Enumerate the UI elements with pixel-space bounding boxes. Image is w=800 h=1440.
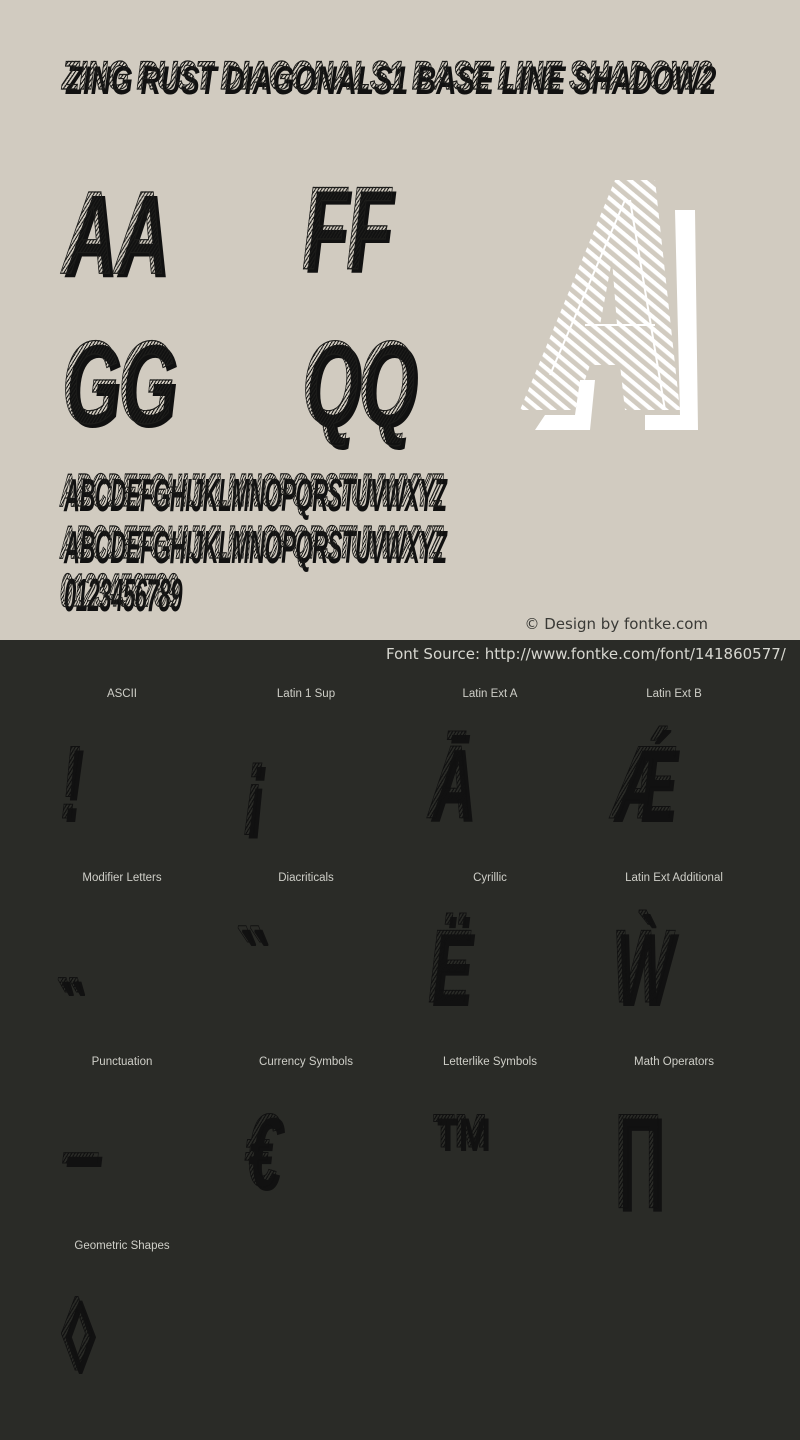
charset-cell[interactable]: ASCII!!: [30, 680, 214, 864]
charset-cell[interactable]: Letterlike Symbols ™™: [398, 1048, 582, 1232]
sample-pair-ff: FF FF: [302, 163, 444, 295]
sample-line-text: ABCDEFGHIJKLMNOPQRSTUVWXYZ: [60, 516, 444, 568]
charset-cell[interactable]: Latin 1 Sup ¡¡: [214, 680, 398, 864]
charset-glyph: ǼǼ: [612, 722, 715, 846]
charset-cell[interactable]: Cyrillic ЁЁ: [398, 864, 582, 1048]
charset-label: Latin Ext A: [462, 688, 518, 700]
charset-glyph: ЁЁ: [428, 906, 496, 1030]
charset-glyph: ∏∏: [612, 1090, 697, 1214]
charset-cell[interactable]: Diacriticals̏̏: [214, 864, 398, 1048]
font-source-link[interactable]: Font Source: http://www.fontke.com/font/…: [386, 645, 786, 663]
sample-digits: 0123456789 0123456789: [60, 564, 306, 619]
charset-label: Modifier Letters: [82, 872, 162, 884]
design-credit: © Design by fontke.com: [524, 615, 708, 633]
charset-glyph: !!: [60, 722, 94, 846]
charset-glyph-text: Ẁ: [612, 909, 672, 1026]
charset-glyph-text: ™: [428, 1093, 491, 1210]
charset-label: Punctuation: [91, 1056, 153, 1068]
charset-label: Latin Ext B: [646, 688, 702, 700]
sample-pair-gg: GG GG: [62, 317, 244, 449]
sample-line-text: 0123456789: [60, 564, 179, 616]
charset-glyph: €€: [244, 1090, 301, 1214]
charset-cell[interactable]: Currency Symbols €€: [214, 1048, 398, 1232]
charset-cell[interactable]: Punctuation ‒‒: [30, 1048, 214, 1232]
sample-uppercase: ABCDEFGHIJKLMNOPQRSTUVWXYZ ABCDEFGHIJKLM…: [60, 464, 800, 519]
charset-cell[interactable]: Math Operators ∏∏: [582, 1048, 766, 1232]
charset-label: ASCII: [106, 688, 138, 700]
charset-glyph: ẀẀ: [612, 906, 709, 1030]
charset-label: Currency Symbols: [259, 1056, 353, 1068]
sample-pair-text: FF: [302, 163, 392, 295]
charset-label: Cyrillic: [473, 872, 507, 884]
charset-glyph-text: ◊: [60, 1277, 91, 1394]
charset-glyph-text: ˵: [60, 909, 81, 1026]
charset-label: Latin 1 Sup: [276, 688, 336, 700]
sample-pair-text: AA: [62, 167, 168, 299]
charset-label: Letterlike Symbols: [443, 1056, 537, 1068]
charset-glyph-text: !: [60, 725, 81, 842]
charset-label: Geometric Shapes: [74, 1240, 170, 1252]
charset-glyph-text: Ǽ: [612, 725, 675, 842]
charset-label: Math Operators: [634, 1056, 714, 1068]
charset-cell[interactable]: Latin Ext A ĀĀ: [398, 680, 582, 864]
charset-glyph-text: ¡: [244, 725, 265, 842]
charset-cell[interactable]: Geometric Shapes ◊◊: [30, 1232, 214, 1416]
font-title-text: ZING RUST DIAGONALS1 BASE LINE SHADOW2: [62, 53, 713, 98]
charset-label: Diacriticals: [278, 872, 334, 884]
charset-glyph: ˵˵: [60, 906, 94, 1030]
charset-glyph-text: €: [244, 1093, 279, 1210]
charset-cell[interactable]: Latin Ext Additional ẀẀ: [582, 864, 766, 1048]
charset-glyph: ◊◊: [60, 1274, 110, 1398]
charset-glyph-text: Ё: [428, 909, 470, 1026]
font-title: ZING RUST DIAGONALS1 BASE LINE SHADOW2 Z…: [62, 53, 800, 103]
charset-grid: ASCII!!Latin 1 Sup¡¡Latin Ext AĀĀLatin E…: [30, 680, 770, 1416]
charset-glyph-text: ‒: [60, 1093, 95, 1210]
charset-cell[interactable]: Latin Ext B ǼǼ: [582, 680, 766, 864]
charset-glyph: ĀĀ: [428, 722, 502, 846]
sample-pair-text: GG: [62, 317, 176, 449]
charset-glyph: ™™: [428, 1090, 531, 1214]
charset-cell[interactable]: Modifier Letters ˵˵: [30, 864, 214, 1048]
charset-label: Latin Ext Additional: [625, 872, 723, 884]
charset-glyph: ‒‒: [60, 1090, 117, 1214]
sample-pair-qq: QQ QQ: [302, 317, 484, 449]
charset-glyph: ¡¡: [244, 722, 278, 846]
charset-glyph-text: ∏: [612, 1093, 664, 1210]
sample-pair-text: QQ: [302, 317, 416, 449]
sample-pair-aa: AA AA: [62, 167, 230, 299]
font-preview-panel: ZING RUST DIAGONALS1 BASE LINE SHADOW2 Z…: [0, 0, 800, 640]
sample-lowercase: ABCDEFGHIJKLMNOPQRSTUVWXYZ ABCDEFGHIJKLM…: [60, 516, 800, 571]
charset-glyph-text: Ā: [428, 725, 474, 842]
sample-line-text: ABCDEFGHIJKLMNOPQRSTUVWXYZ: [60, 464, 444, 516]
big-glyph-a: [520, 180, 698, 430]
